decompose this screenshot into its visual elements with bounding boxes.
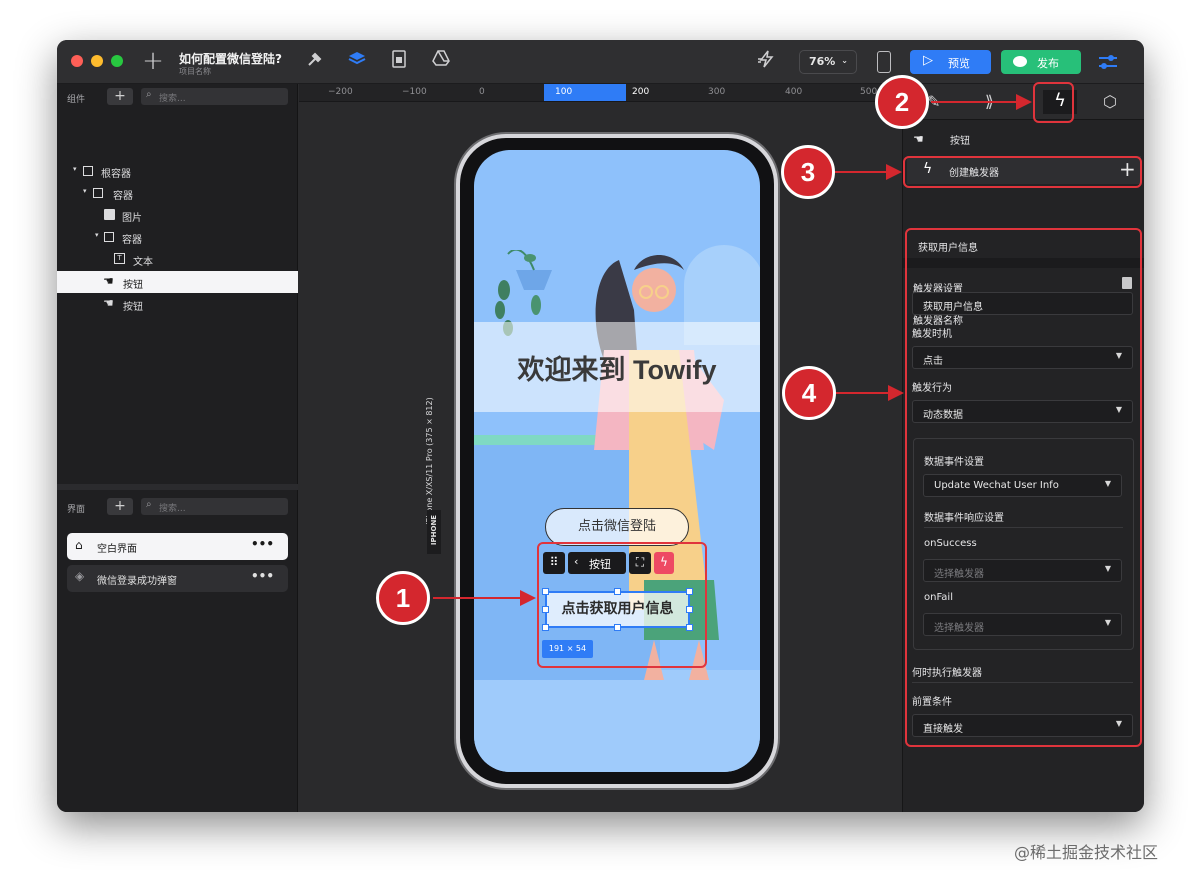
- callout-3: 3: [781, 145, 835, 199]
- callout-4: 4: [782, 366, 836, 420]
- callout-2: 2: [875, 75, 929, 129]
- callout-number: 2: [894, 87, 910, 117]
- watermark: @稀土掘金技术社区: [1014, 843, 1159, 862]
- callout-number: 4: [801, 378, 817, 408]
- callout-1: 1: [376, 571, 430, 625]
- callout-number: 1: [395, 583, 411, 613]
- callout-number: 3: [800, 157, 816, 187]
- annotation-arrows: [433, 94, 1032, 606]
